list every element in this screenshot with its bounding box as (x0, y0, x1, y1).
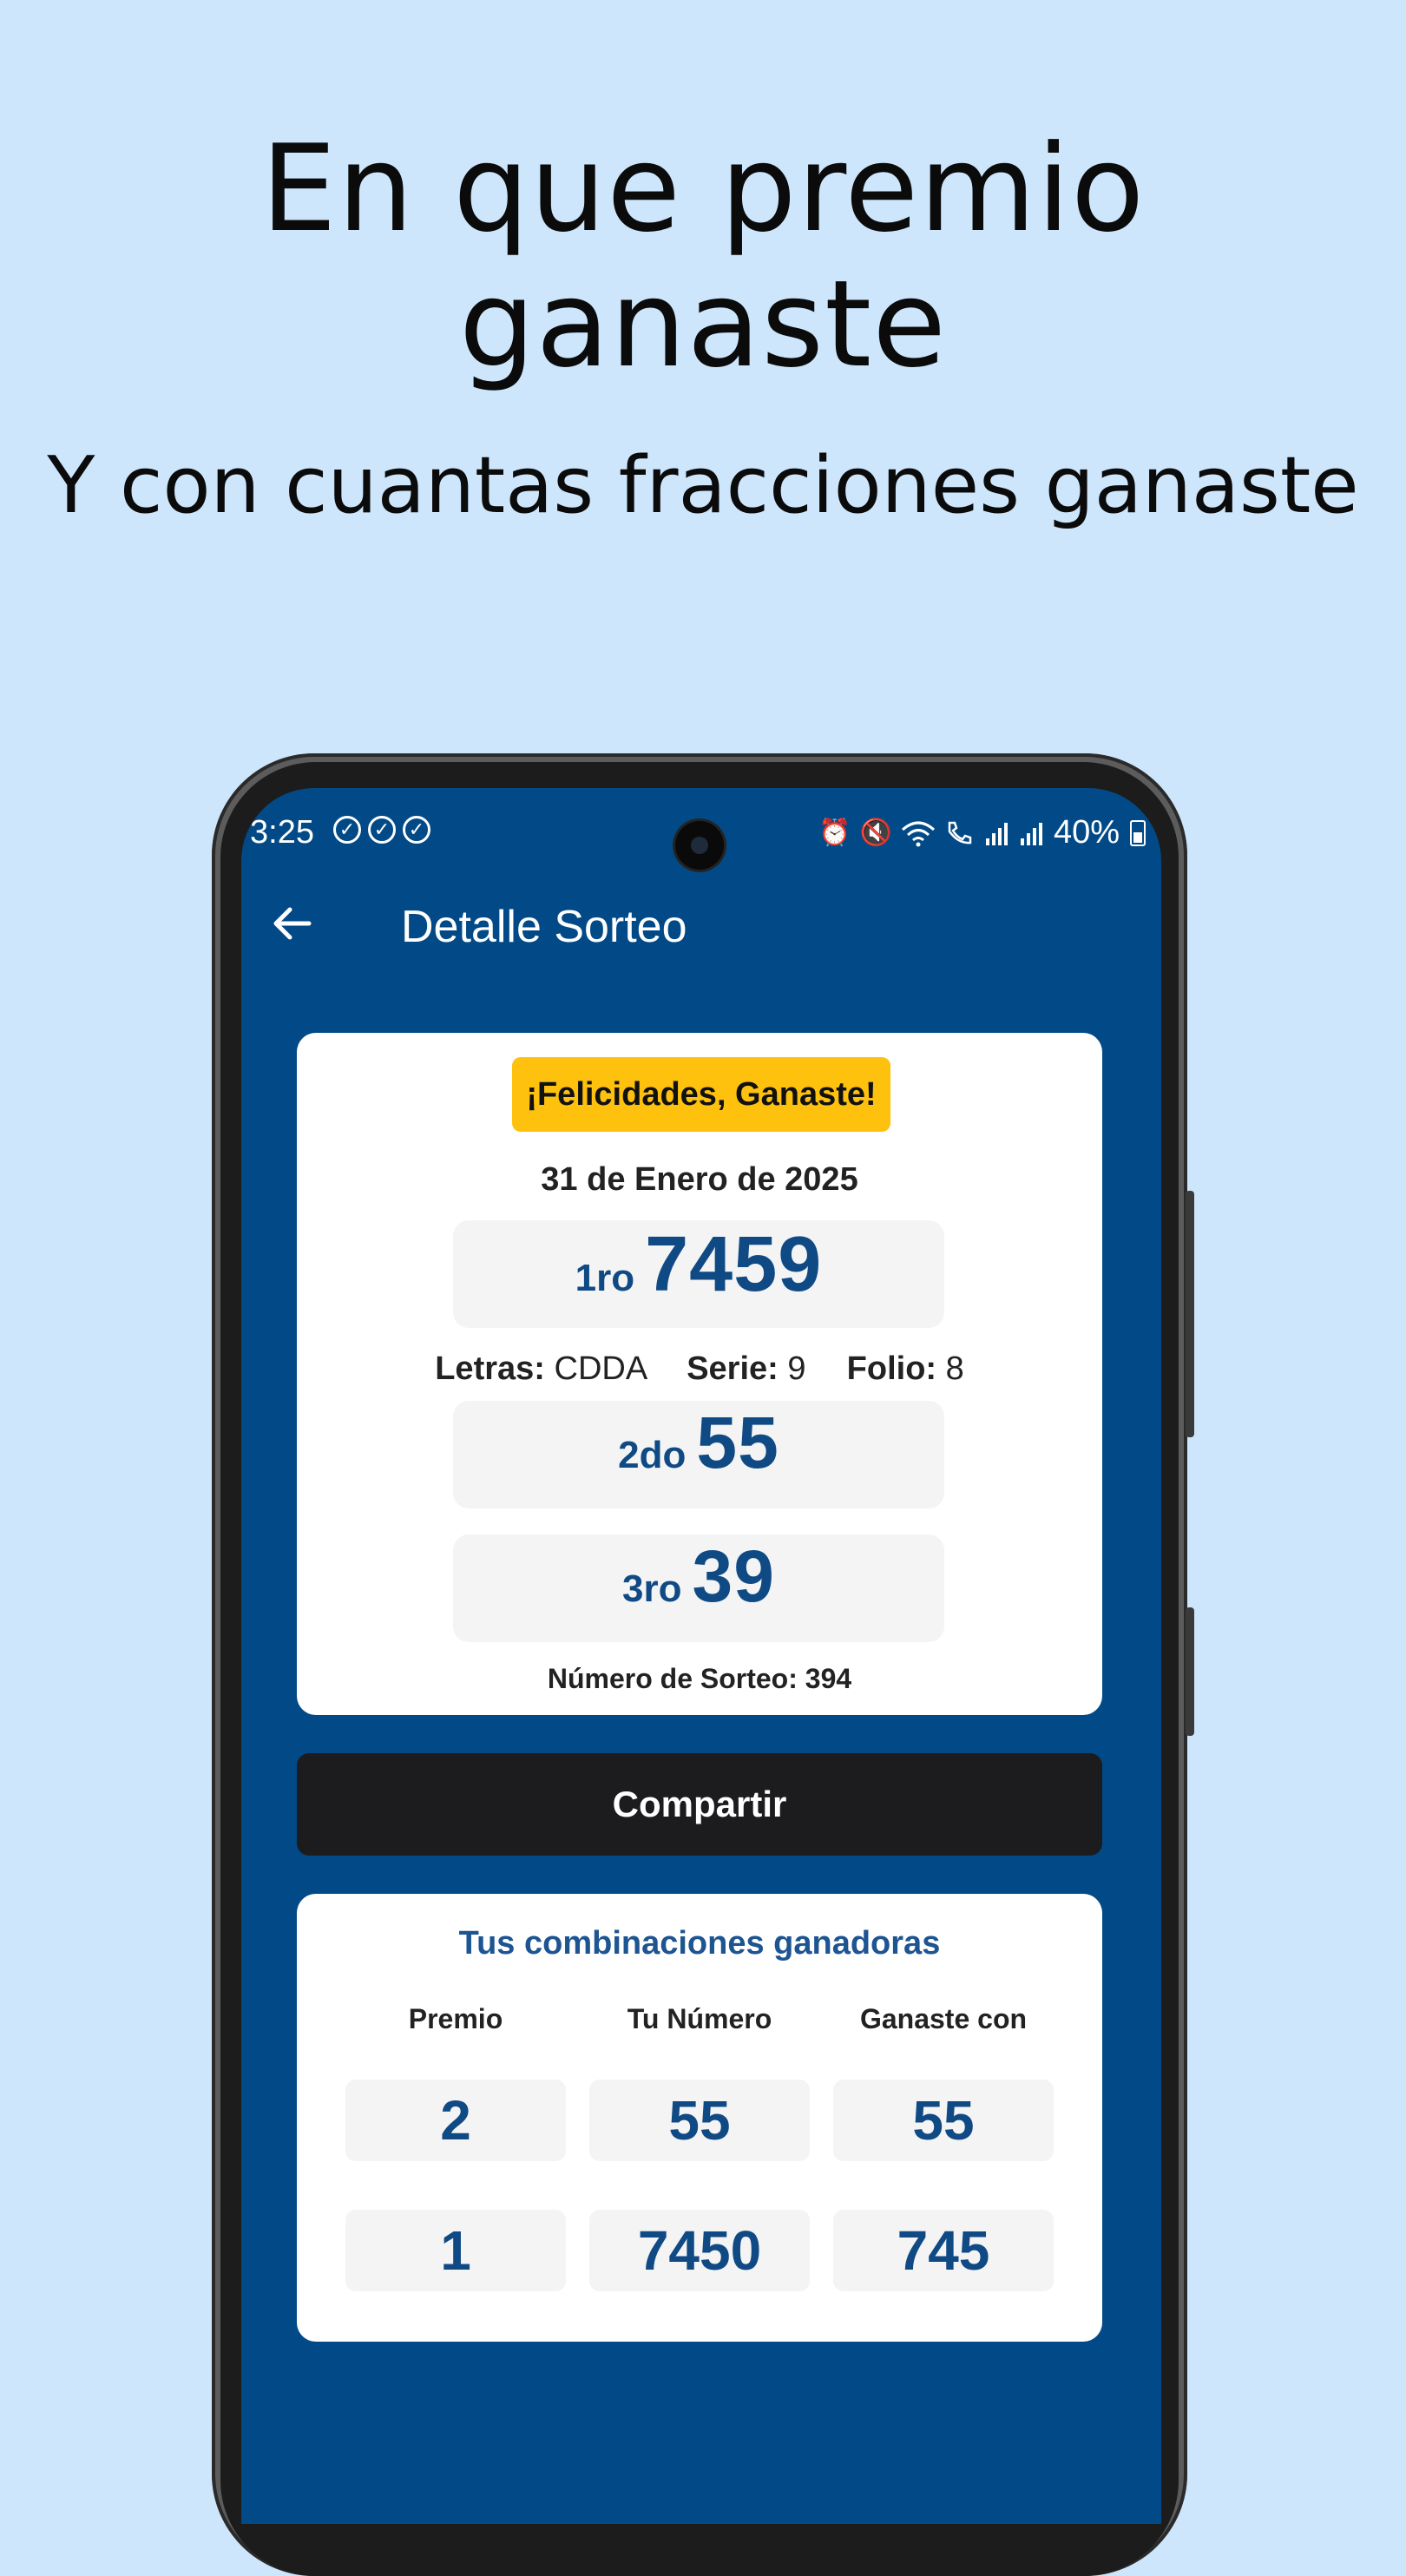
combo-cell-tu-numero: 7450 (589, 2210, 810, 2291)
folio-label: Folio: (846, 1350, 937, 1387)
combo-cell-premio: 2 (345, 2080, 566, 2161)
status-time: 3:25 (250, 814, 314, 851)
promo-headline: En que premio ganaste (260, 119, 1146, 394)
prize-number: 39 (692, 1535, 775, 1617)
prize-number: 55 (696, 1402, 779, 1483)
signal-icon (985, 822, 1008, 845)
column-header-ganaste-con: Ganaste con (859, 2003, 1028, 2034)
phone-screen: 3:25 ✓ ✓ ✓ ⏰ 🔇 40% Detalle Sorteo ¡Felic… (241, 788, 1161, 2524)
draw-date: 31 de Enero de 2025 (541, 1161, 858, 1198)
prize-rank: 3ro (622, 1567, 682, 1610)
battery-icon (1130, 819, 1146, 846)
system-icons: ⏰ 🔇 40% (818, 814, 1146, 851)
combo-cell-ganaste-con: 745 (833, 2210, 1054, 2291)
mute-icon: 🔇 (859, 818, 892, 847)
draw-result-card: ¡Felicidades, Ganaste! 31 de Enero de 20… (297, 1033, 1102, 1715)
serie-label: Serie: (687, 1350, 779, 1387)
alarm-icon: ⏰ (818, 818, 851, 847)
prize-rank: 1ro (575, 1257, 635, 1299)
phone-side-button (1186, 1607, 1194, 1736)
combo-cell-tu-numero: 55 (589, 2080, 810, 2161)
second-prize: 2do 55 (453, 1401, 944, 1508)
winner-badge: ¡Felicidades, Ganaste! (512, 1057, 890, 1132)
serie-value: 9 (787, 1350, 806, 1387)
prize-number: 7459 (645, 1221, 823, 1308)
winning-combinations-card: Tus combinaciones ganadoras Premio Tu Nú… (297, 1894, 1102, 2342)
combinations-title: Tus combinaciones ganadoras (458, 1925, 941, 1962)
page-title: Detalle Sorteo (401, 902, 687, 952)
folio-value: 8 (945, 1350, 964, 1387)
combo-cell-ganaste-con: 55 (833, 2080, 1054, 2161)
status-bar: 3:25 ✓ ✓ ✓ ⏰ 🔇 40% (241, 811, 1161, 870)
draw-number: Número de Sorteo: 394 (547, 1663, 852, 1694)
app-bar: Detalle Sorteo (241, 884, 1161, 970)
wifi-icon (901, 821, 935, 846)
combo-cell-premio: 1 (345, 2210, 566, 2291)
arrow-left-icon[interactable] (267, 897, 319, 950)
third-prize: 3ro 39 (453, 1534, 944, 1642)
prize-details: Letras: CDDA Serie: 9 Folio: 8 (297, 1350, 1102, 1388)
prize-rank: 2do (618, 1434, 687, 1476)
wifi-calling-icon (948, 821, 972, 844)
promo-subheadline: Y con cuantas fracciones ganaste (47, 440, 1359, 531)
check-circle-icon: ✓ (403, 816, 430, 844)
check-circle-icon: ✓ (333, 816, 361, 844)
letras-label: Letras: (435, 1350, 545, 1387)
share-button[interactable]: Compartir (297, 1753, 1102, 1856)
column-header-premio: Premio (408, 2003, 503, 2034)
phone-side-button (1186, 1191, 1194, 1437)
column-header-tu-numero: Tu Número (627, 2003, 772, 2034)
front-camera (675, 821, 724, 870)
letras-value: CDDA (554, 1350, 647, 1387)
notification-icons: ✓ ✓ ✓ (333, 816, 430, 844)
check-circle-icon: ✓ (368, 816, 396, 844)
battery-level: 40% (1053, 814, 1120, 851)
signal-icon (1020, 822, 1042, 845)
first-prize: 1ro 7459 (453, 1220, 944, 1328)
